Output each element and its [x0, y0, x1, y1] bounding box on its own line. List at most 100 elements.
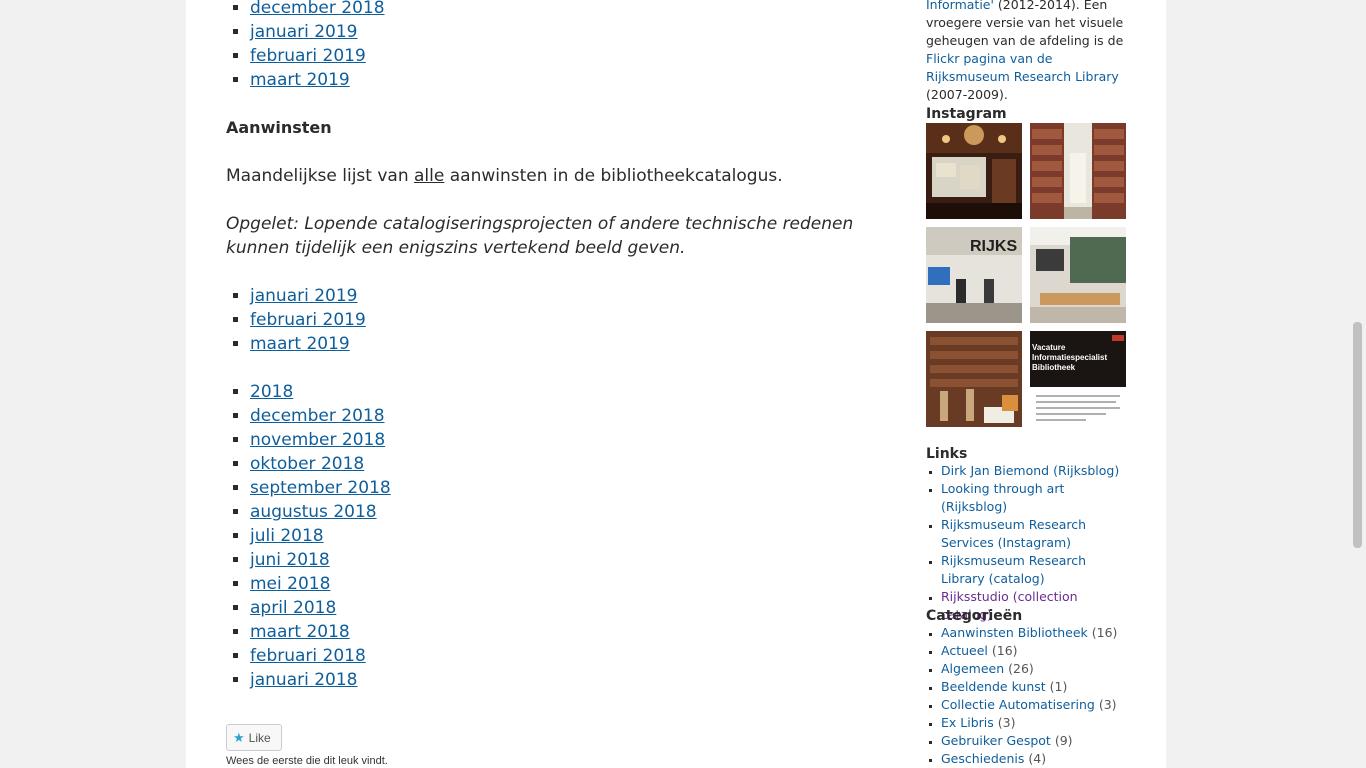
list-item: Ex Libris (3): [941, 714, 1126, 732]
list-item: januari 2018: [250, 668, 391, 692]
lecture-projection-photo[interactable]: [926, 123, 1022, 219]
category-link[interactable]: Collectie Automatisering: [941, 697, 1095, 712]
list-item: februari 2019: [250, 308, 366, 332]
list-item: mei 2018: [250, 572, 391, 596]
month-link[interactable]: november 2018: [250, 430, 385, 450]
intro-text: aanwinsten in de bibliotheekcatalogus.: [444, 166, 783, 186]
month-link[interactable]: januari 2019: [250, 286, 358, 306]
month-link[interactable]: 2018: [250, 382, 293, 402]
archive-top-list: december 2018 januari 2019 februari 2019…: [250, 0, 385, 92]
category-count: (9): [1054, 733, 1073, 748]
category-link[interactable]: Aanwinsten Bibliotheek: [941, 625, 1088, 640]
list-item: maart 2019: [250, 332, 366, 356]
sidebar-archive-link[interactable]: Informatie': [926, 0, 994, 12]
vertical-scrollbar[interactable]: [1349, 0, 1366, 768]
category-count: (1): [1049, 679, 1068, 694]
sidebar-link[interactable]: Dirk Jan Biemond (Rijksblog): [941, 463, 1119, 478]
list-item: december 2018: [250, 0, 385, 20]
archive-link[interactable]: februari 2019: [250, 46, 366, 66]
list-item: Rijksmuseum Research Library (catalog): [941, 552, 1126, 588]
reading-room-photo[interactable]: [1030, 227, 1126, 323]
links-list: Dirk Jan Biemond (Rijksblog) Looking thr…: [926, 462, 1126, 624]
rijks-presentation-photo[interactable]: RIJKS: [926, 227, 1022, 323]
category-count: (3): [1098, 697, 1117, 712]
sidebar-link[interactable]: Rijksmuseum Research Services (Instagram…: [941, 517, 1086, 550]
cuypers-library-photo[interactable]: [926, 331, 1022, 427]
list-item: Looking through art (Rijksblog): [941, 480, 1126, 516]
category-link[interactable]: Beeldende kunst: [941, 679, 1046, 694]
list-item: Beeldende kunst (1): [941, 678, 1126, 696]
month-link[interactable]: december 2018: [250, 406, 385, 426]
aanwinsten-note: Opgelet: Lopende catalogiseringsprojecte…: [226, 214, 854, 258]
category-count: (26): [1008, 661, 1034, 676]
list-item: Gebruiker Gespot (9): [941, 732, 1126, 750]
list-item: juli 2018: [250, 524, 391, 548]
list-item: Geschiedenis (4): [941, 750, 1126, 768]
vacancy-text: Vacature Informatiespecialist Bibliothee…: [1032, 343, 1108, 372]
list-item: december 2018: [250, 404, 391, 428]
list-item: 2018: [250, 380, 391, 404]
category-link[interactable]: Ex Libris: [941, 715, 994, 730]
links-title: Links: [926, 446, 968, 462]
list-item: maart 2018: [250, 620, 391, 644]
list-item: januari 2019: [250, 284, 366, 308]
aanwinsten-heading: Aanwinsten: [226, 118, 332, 137]
month-link[interactable]: juli 2018: [250, 526, 324, 546]
like-button-label: Like: [248, 730, 271, 745]
month-link[interactable]: januari 2018: [250, 670, 358, 690]
month-link[interactable]: maart 2018: [250, 622, 350, 642]
list-item: januari 2019: [250, 20, 385, 44]
month-link[interactable]: februari 2019: [250, 310, 366, 330]
archive-link[interactable]: januari 2019: [250, 22, 358, 42]
category-count: (4): [1028, 751, 1047, 766]
list-item: november 2018: [250, 428, 391, 452]
all-acquisitions-link[interactable]: alle: [414, 166, 444, 186]
list-item: augustus 2018: [250, 500, 391, 524]
category-link[interactable]: Gebruiker Gespot: [941, 733, 1051, 748]
month-link[interactable]: oktober 2018: [250, 454, 364, 474]
month-link[interactable]: juni 2018: [250, 550, 330, 570]
archive-link[interactable]: december 2018: [250, 0, 385, 18]
list-item: Algemeen (26): [941, 660, 1126, 678]
list-item: september 2018: [250, 476, 391, 500]
category-link[interactable]: Algemeen: [941, 661, 1004, 676]
list-item: oktober 2018: [250, 452, 391, 476]
page-content: december 2018 januari 2019 februari 2019…: [186, 0, 1166, 768]
list-item: februari 2018: [250, 644, 391, 668]
library-shelves-photo[interactable]: [1030, 123, 1126, 219]
month-link[interactable]: mei 2018: [250, 574, 330, 594]
category-count: (16): [1091, 625, 1118, 640]
category-count: (3): [997, 715, 1016, 730]
categories-title: Categorieën: [926, 608, 1023, 624]
category-link[interactable]: Actueel: [941, 643, 988, 658]
vacancy-post[interactable]: Vacature Informatiespecialist Bibliothee…: [1030, 331, 1126, 427]
month-link[interactable]: augustus 2018: [250, 502, 377, 522]
category-link[interactable]: Geschiedenis: [941, 751, 1024, 766]
month-link[interactable]: februari 2018: [250, 646, 366, 666]
list-item: Aanwinsten Bibliotheek (16): [941, 624, 1126, 642]
archive-link[interactable]: maart 2019: [250, 70, 350, 90]
months-2018-list: 2018 december 2018 november 2018 oktober…: [250, 380, 391, 692]
intro-text: Maandelijkse lijst van: [226, 166, 415, 186]
list-item: april 2018: [250, 596, 391, 620]
list-item: maart 2019: [250, 68, 385, 92]
instagram-title: Instagram: [926, 106, 1007, 122]
star-icon: ★: [233, 729, 245, 745]
instagram-grid: RIJKS Vacature Informatiespecialist Bibl…: [926, 123, 1126, 427]
flickr-link[interactable]: Flickr pagina van de Rijksmuseum Researc…: [926, 51, 1119, 84]
like-note: Wees de eerste die dit leuk vindt.: [226, 755, 388, 767]
month-link[interactable]: maart 2019: [250, 334, 350, 354]
categories-list: Aanwinsten Bibliotheek (16) Actueel (16)…: [926, 624, 1126, 768]
list-item: februari 2019: [250, 44, 385, 68]
list-item: Collectie Automatisering (3): [941, 696, 1126, 714]
month-link[interactable]: april 2018: [250, 598, 336, 618]
list-item: Rijksmuseum Research Services (Instagram…: [941, 516, 1126, 552]
sidebar-link[interactable]: Rijksmuseum Research Library (catalog): [941, 553, 1086, 586]
sidebar-link[interactable]: Looking through art (Rijksblog): [941, 481, 1064, 514]
list-item: juni 2018: [250, 548, 391, 572]
scrollbar-thumb[interactable]: [1353, 322, 1362, 548]
month-link[interactable]: september 2018: [250, 478, 391, 498]
like-button[interactable]: ★ Like: [226, 724, 282, 751]
sidebar-archive-text: Informatie' (2012-2014). Een vroegere ve…: [926, 0, 1126, 104]
archive-text: (2007-2009).: [926, 87, 1008, 102]
